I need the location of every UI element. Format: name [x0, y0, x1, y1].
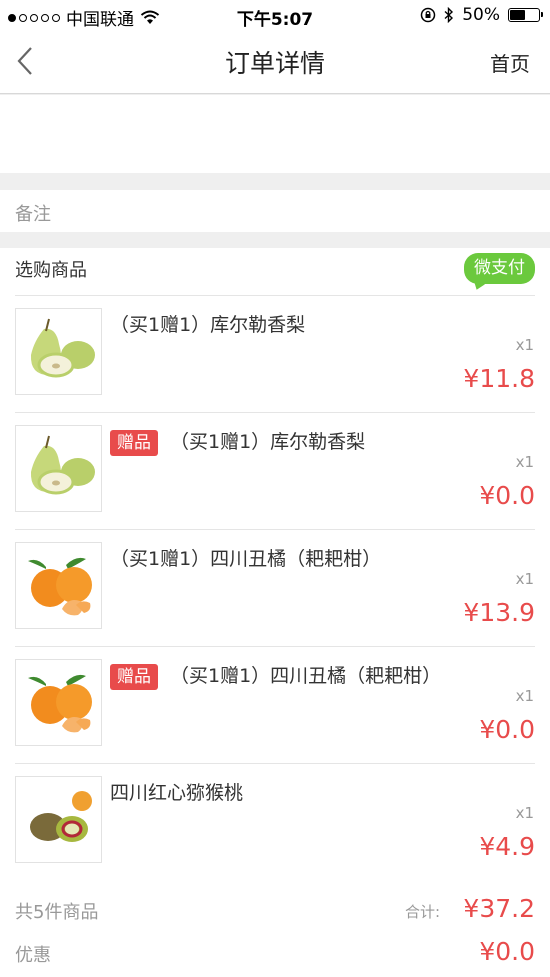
- product-image: [15, 659, 102, 746]
- status-bar: 中国联通 下午5:07 50%: [0, 0, 550, 30]
- orange-icon: [28, 674, 92, 733]
- product-image: [15, 308, 102, 395]
- product-name: （买1赠1）库尔勒香梨: [110, 314, 306, 336]
- list-item[interactable]: （买1赠1）库尔勒香梨 x1 ¥11.8: [0, 296, 550, 413]
- battery-icon: [508, 8, 543, 22]
- product-qty: x1: [515, 453, 534, 471]
- remark-row[interactable]: 备注: [0, 190, 550, 232]
- product-image: [15, 542, 102, 629]
- rotation-lock-icon: [420, 7, 436, 23]
- kiwi-icon: [30, 791, 92, 842]
- product-price: ¥11.8: [463, 364, 535, 393]
- address-panel: [0, 95, 550, 173]
- status-right: 50%: [420, 5, 543, 25]
- remark-label: 备注: [15, 204, 51, 225]
- list-item[interactable]: （买1赠1）四川丑橘（耙耙柑） x1 ¥13.9: [0, 530, 550, 647]
- product-price: ¥0.0: [479, 481, 535, 510]
- home-link[interactable]: 首页: [490, 48, 530, 77]
- pear-icon: [30, 318, 95, 378]
- product-price: ¥0.0: [479, 715, 535, 744]
- product-image: [15, 425, 102, 512]
- list-item[interactable]: 四川红心猕猴桃 x1 ¥4.9: [0, 764, 550, 881]
- pear-icon: [30, 435, 95, 495]
- total-label: 合计:: [404, 903, 440, 921]
- product-name-row: 赠品 （买1赠1）库尔勒香梨: [110, 427, 365, 456]
- product-name-row: 赠品 （买1赠1）四川丑橘（耙耙柑）: [110, 661, 441, 690]
- goods-section: 选购商品 微支付 （买1赠1）库尔勒香梨 x1 ¥11.8 赠品 （买1赠1）库…: [0, 248, 550, 977]
- item-count: 共5件商品: [15, 902, 99, 923]
- product-qty: x1: [515, 804, 534, 822]
- product-price: ¥13.9: [463, 598, 535, 627]
- product-name: （买1赠1）四川丑橘（耙耙柑）: [170, 665, 442, 687]
- goods-header: 选购商品: [15, 260, 87, 281]
- list-item[interactable]: 赠品 （买1赠1）库尔勒香梨 x1 ¥0.0: [0, 413, 550, 530]
- nav-bar: 订单详情 首页: [0, 30, 550, 94]
- discount-label: 优惠: [15, 945, 51, 966]
- orange-icon: [28, 557, 92, 616]
- product-name: 四川红心猕猴桃: [110, 782, 244, 804]
- product-qty: x1: [515, 570, 534, 588]
- total-value: ¥37.2: [463, 894, 535, 923]
- product-image: [15, 776, 102, 863]
- page-title: 订单详情: [224, 49, 325, 78]
- list-item[interactable]: 赠品 （买1赠1）四川丑橘（耙耙柑） x1 ¥0.0: [0, 647, 550, 764]
- order-summary: 共5件商品 合计: ¥37.2: [0, 888, 550, 933]
- discount-value: ¥0.0: [479, 937, 535, 966]
- product-qty: x1: [515, 336, 534, 354]
- bluetooth-icon: [444, 7, 454, 23]
- discount-row: 优惠 ¥0.0: [0, 933, 550, 977]
- battery-percent: 50%: [462, 5, 500, 25]
- product-name: （买1赠1）库尔勒香梨: [170, 431, 366, 453]
- wechat-pay-badge: 微支付: [464, 253, 535, 284]
- gift-tag: 赠品: [110, 663, 158, 690]
- product-name: （买1赠1）四川丑橘（耙耙柑）: [110, 548, 382, 570]
- gift-tag: 赠品: [110, 429, 158, 456]
- product-qty: x1: [515, 687, 534, 705]
- product-price: ¥4.9: [479, 832, 535, 861]
